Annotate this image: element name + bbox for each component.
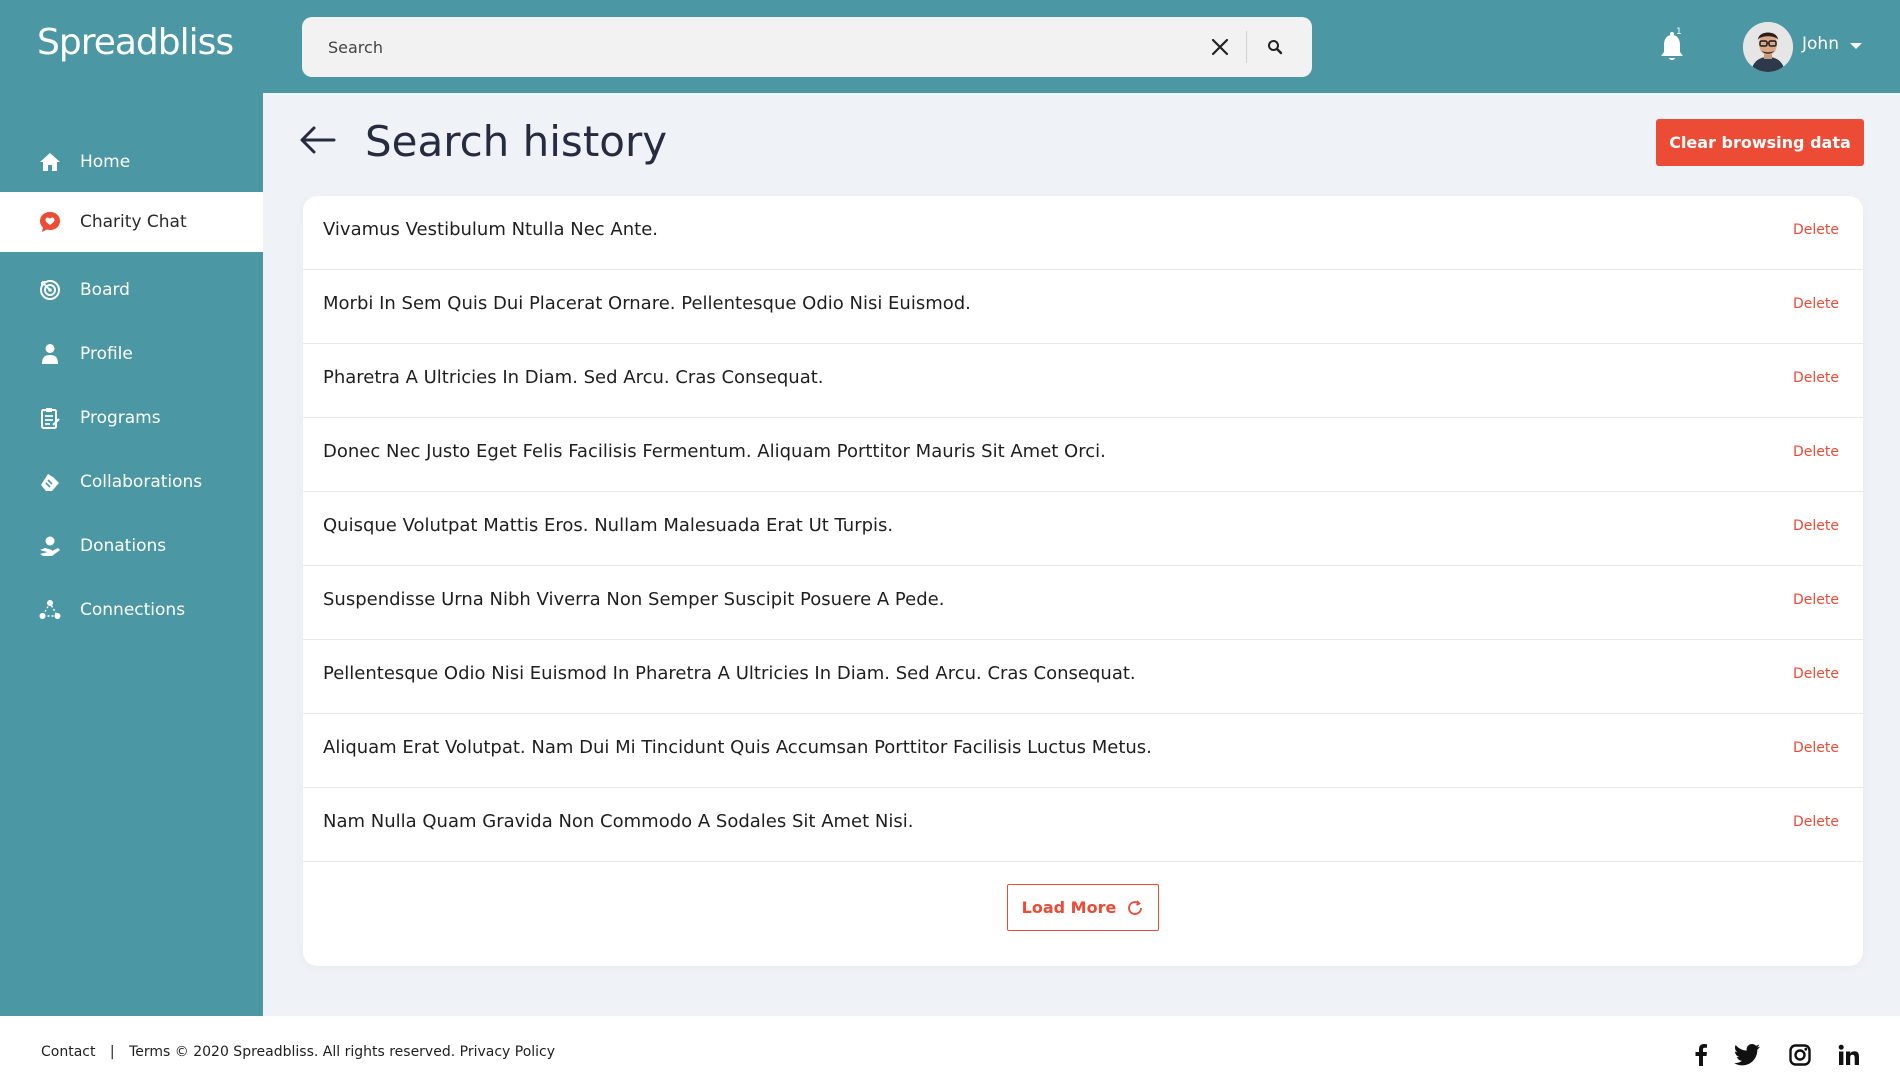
instagram-link[interactable] xyxy=(1787,1042,1813,1068)
arrow-left-icon xyxy=(300,126,336,154)
facebook-icon xyxy=(1695,1044,1707,1066)
linkedin-link[interactable] xyxy=(1836,1042,1862,1068)
history-entry-text[interactable]: Vivamus Vestibulum Ntulla Nec Ante. xyxy=(323,219,658,240)
footer-links: Contact | Terms © 2020 Spreadbliss. All … xyxy=(41,1044,555,1060)
twitter-icon xyxy=(1734,1044,1760,1066)
sidebar-item-label: Profile xyxy=(80,344,133,364)
history-entry-text[interactable]: Nam Nulla Quam Gravida Non Commodo A Sod… xyxy=(323,811,913,832)
contact-link[interactable]: Contact xyxy=(41,1044,95,1060)
sidebar-item-connections[interactable]: Connections xyxy=(0,580,263,640)
home-icon xyxy=(38,150,62,174)
instagram-icon xyxy=(1789,1044,1811,1066)
clipboard-icon xyxy=(38,406,62,430)
delete-button[interactable]: Delete xyxy=(1793,518,1839,534)
search-icon xyxy=(1268,40,1283,55)
footer: Contact | Terms © 2020 Spreadbliss. All … xyxy=(0,1016,1900,1091)
user-avatar-image xyxy=(1743,22,1793,72)
refresh-icon xyxy=(1128,899,1143,915)
search-bar xyxy=(302,17,1312,77)
user-name[interactable]: John xyxy=(1802,34,1839,54)
list-item: Vivamus Vestibulum Ntulla Nec Ante. Dele… xyxy=(303,196,1863,270)
top-header: Spreadbliss 1 xyxy=(0,0,1900,93)
delete-button[interactable]: Delete xyxy=(1793,592,1839,608)
delete-button[interactable]: Delete xyxy=(1793,296,1839,312)
search-submit-button[interactable] xyxy=(1262,34,1288,60)
search-divider xyxy=(1246,31,1247,63)
sidebar-item-donations[interactable]: Donations xyxy=(0,516,263,576)
sidebar-item-label: Donations xyxy=(80,536,167,556)
history-entry-text[interactable]: Aliquam Erat Volutpat. Nam Dui Mi Tincid… xyxy=(323,737,1152,758)
history-entry-text[interactable]: Pharetra A Ultricies In Diam. Sed Arcu. … xyxy=(323,367,824,388)
list-item: Aliquam Erat Volutpat. Nam Dui Mi Tincid… xyxy=(303,714,1863,788)
sidebar-item-label: Board xyxy=(80,280,130,300)
delete-button[interactable]: Delete xyxy=(1793,740,1839,756)
sidebar-item-collaborations[interactable]: Collaborations xyxy=(0,452,263,512)
copyright-text: © 2020 Spreadbliss. All rights reserved. xyxy=(174,1044,456,1060)
handshake-icon xyxy=(38,470,62,494)
facebook-link[interactable] xyxy=(1688,1042,1714,1068)
delete-button[interactable]: Delete xyxy=(1793,814,1839,830)
delete-button[interactable]: Delete xyxy=(1793,666,1839,682)
sidebar-item-label: Home xyxy=(80,152,131,172)
user-icon xyxy=(38,342,62,366)
network-icon xyxy=(38,598,62,622)
sidebar-item-label: Charity Chat xyxy=(80,212,187,232)
sidebar-item-charity-chat[interactable]: Charity Chat xyxy=(0,192,263,252)
linkedin-icon xyxy=(1838,1044,1859,1065)
load-more-button[interactable]: Load More xyxy=(1007,884,1159,931)
target-icon xyxy=(38,278,62,302)
history-entry-text[interactable]: Donec Nec Justo Eget Felis Facilisis Fer… xyxy=(323,441,1106,462)
sidebar-item-label: Connections xyxy=(80,600,186,620)
page-title: Search history xyxy=(365,117,668,166)
terms-link[interactable]: Terms xyxy=(129,1044,170,1060)
footer-separator: | xyxy=(109,1044,115,1060)
main-content: Search history Clear browsing data Vivam… xyxy=(263,93,1900,1016)
delete-button[interactable]: Delete xyxy=(1793,222,1839,238)
history-entry-text[interactable]: Suspendisse Urna Nibh Viverra Non Semper… xyxy=(323,589,944,610)
list-item: Nam Nulla Quam Gravida Non Commodo A Sod… xyxy=(303,788,1863,862)
sidebar-item-profile[interactable]: Profile xyxy=(0,324,263,384)
load-more-label: Load More xyxy=(1021,898,1117,917)
list-item: Pellentesque Odio Nisi Euismod In Pharet… xyxy=(303,640,1863,714)
sidebar-item-label: Collaborations xyxy=(80,472,203,492)
notifications-button[interactable]: 1 xyxy=(1658,27,1686,64)
app-logo[interactable]: Spreadbliss xyxy=(37,22,234,63)
avatar[interactable] xyxy=(1743,22,1793,72)
sidebar: Home Charity Chat Board Profile Programs… xyxy=(0,93,263,1016)
list-item: Pharetra A Ultricies In Diam. Sed Arcu. … xyxy=(303,344,1863,418)
back-button[interactable] xyxy=(299,125,337,155)
bell-icon xyxy=(1661,32,1683,60)
clear-search-button[interactable] xyxy=(1207,34,1233,60)
search-input[interactable] xyxy=(328,17,1208,77)
twitter-link[interactable] xyxy=(1734,1042,1760,1068)
chevron-down-icon[interactable] xyxy=(1850,43,1862,49)
history-entry-text[interactable]: Quisque Volutpat Mattis Eros. Nullam Mal… xyxy=(323,515,893,536)
close-icon xyxy=(1211,38,1229,56)
history-entry-text[interactable]: Pellentesque Odio Nisi Euismod In Pharet… xyxy=(323,663,1136,684)
delete-button[interactable]: Delete xyxy=(1793,444,1839,460)
list-item: Suspendisse Urna Nibh Viverra Non Semper… xyxy=(303,566,1863,640)
sidebar-item-programs[interactable]: Programs xyxy=(0,388,263,448)
notification-count: 1 xyxy=(1676,27,1682,37)
list-item: Quisque Volutpat Mattis Eros. Nullam Mal… xyxy=(303,492,1863,566)
sidebar-item-home[interactable]: Home xyxy=(0,132,263,192)
sidebar-item-label: Programs xyxy=(80,408,161,428)
delete-button[interactable]: Delete xyxy=(1793,370,1839,386)
chat-heart-icon xyxy=(38,210,62,234)
list-item: Donec Nec Justo Eget Felis Facilisis Fer… xyxy=(303,418,1863,492)
clear-browsing-data-button[interactable]: Clear browsing data xyxy=(1656,119,1864,166)
privacy-policy-link[interactable]: Privacy Policy xyxy=(460,1044,555,1060)
history-entry-text[interactable]: Morbi In Sem Quis Dui Placerat Ornare. P… xyxy=(323,293,971,314)
search-history-list: Vivamus Vestibulum Ntulla Nec Ante. Dele… xyxy=(303,196,1863,966)
list-item: Morbi In Sem Quis Dui Placerat Ornare. P… xyxy=(303,270,1863,344)
donation-icon xyxy=(38,534,62,558)
sidebar-item-board[interactable]: Board xyxy=(0,260,263,320)
